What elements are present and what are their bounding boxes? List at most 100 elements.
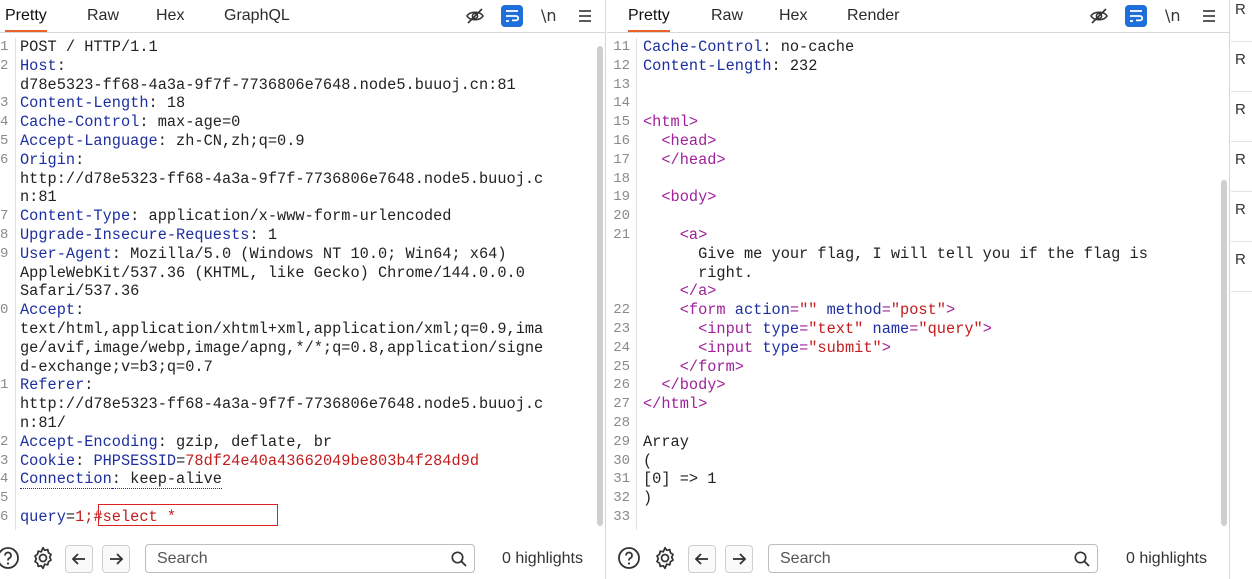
word-wrap-icon[interactable] <box>501 5 523 27</box>
code-token: Origin <box>20 150 76 169</box>
code-line: </html> <box>643 395 707 414</box>
line-number: 33 <box>613 509 630 525</box>
line-number: 17 <box>613 151 630 168</box>
response-tab-hex[interactable]: Hex <box>779 0 807 32</box>
code-token: Cache-Control <box>20 113 140 132</box>
code-token: n:81/ <box>20 414 66 432</box>
code-line: Host: <box>20 57 66 76</box>
request-search-input[interactable] <box>157 549 417 569</box>
code-line: </head> <box>643 151 725 170</box>
code-token: Host <box>20 56 57 75</box>
line-number <box>0 282 8 301</box>
code-line: </form> <box>643 358 744 377</box>
forward-button[interactable] <box>725 545 753 573</box>
line-number: 24 <box>613 339 630 356</box>
code-token: </form> <box>679 357 744 376</box>
response-tab-raw[interactable]: Raw <box>711 0 743 32</box>
code-token: Upgrade-Insecure-Requests <box>20 226 250 244</box>
inspector-side-strip: R R R R R R <box>1231 0 1252 579</box>
line-number: 20 <box>613 208 630 225</box>
code-token: : <box>56 56 66 75</box>
show-newlines-icon[interactable]: \n <box>1165 5 1181 27</box>
code-token: 78df24e40a43662049be803b4f284d9d <box>185 451 479 470</box>
code-token: Array <box>643 432 689 451</box>
code-token: : <box>75 150 85 169</box>
response-tab-pretty[interactable]: Pretty <box>628 0 670 32</box>
code-token: Accept <box>20 301 76 320</box>
line-number: 1 <box>0 377 9 394</box>
code-token: : <box>75 451 94 470</box>
side-item[interactable]: R <box>1231 0 1252 42</box>
hide-nonprintable-icon[interactable] <box>464 5 486 27</box>
forward-button[interactable] <box>102 545 130 573</box>
line-number: 13 <box>613 76 630 93</box>
request-tab-pretty[interactable]: Pretty <box>5 0 47 32</box>
response-editor[interactable]: 11 Cache-Control: no-cache 12 Content-Lengt… <box>607 38 1229 530</box>
code-token: <form <box>679 301 735 320</box>
code-line: POST / HTTP/1.1 <box>20 38 158 57</box>
help-icon[interactable] <box>615 544 643 572</box>
arrow-right-icon <box>733 553 747 565</box>
code-token: Accept-Language <box>20 132 158 150</box>
code-token: d-exchange;v=b3;q=0.7 <box>20 357 213 376</box>
help-icon[interactable] <box>0 544 22 572</box>
code-line: Accept-Encoding: gzip, deflate, br <box>20 433 332 452</box>
response-tab-render[interactable]: Render <box>847 0 899 32</box>
side-item[interactable]: R <box>1231 242 1252 292</box>
line-number: 31 <box>613 471 630 488</box>
code-token: n:81 <box>20 188 57 207</box>
code-line: </a> <box>643 282 717 301</box>
show-newlines-icon[interactable]: \n <box>541 5 557 27</box>
code-token: = <box>65 508 76 526</box>
line-number: 19 <box>613 189 630 206</box>
text-selection-box <box>98 504 278 526</box>
request-tab-raw[interactable]: Raw <box>87 0 119 32</box>
line-number: 26 <box>613 377 630 394</box>
code-line: Safari/537.36 <box>20 282 139 301</box>
request-tab-hex[interactable]: Hex <box>156 0 184 32</box>
line-number: 3 <box>0 95 9 112</box>
back-button[interactable] <box>688 545 716 573</box>
code-line: right. <box>643 264 753 283</box>
line-number: 4 <box>0 114 9 131</box>
response-search-input[interactable] <box>780 549 1040 569</box>
response-tabbar: Pretty Raw Hex Render \n <box>607 0 1229 33</box>
side-item[interactable]: R <box>1231 42 1252 92</box>
side-item[interactable]: R <box>1231 92 1252 142</box>
request-search-box[interactable] <box>145 544 475 573</box>
side-item[interactable]: R <box>1231 142 1252 192</box>
gutter-divider <box>636 38 637 530</box>
code-token: > <box>945 301 956 320</box>
code-token: "submit" <box>808 338 882 357</box>
menu-icon[interactable] <box>574 5 596 27</box>
word-wrap-icon[interactable] <box>1125 5 1147 27</box>
settings-gear-icon[interactable] <box>29 544 57 572</box>
code-token: <a> <box>679 226 708 244</box>
response-search-box[interactable] <box>768 544 1098 573</box>
response-scrollbar[interactable] <box>1221 180 1227 526</box>
code-line: Accept-Language: zh-CN,zh;q=0.9 <box>20 132 305 151</box>
code-token: "query" <box>918 320 983 338</box>
back-button[interactable] <box>65 545 93 573</box>
request-editor[interactable]: 1 POST / HTTP/1.1 2 Host: d78e5323-ff68-4a3a… <box>0 38 605 530</box>
code-token: : no-cache <box>762 38 855 56</box>
line-number: 5 <box>0 133 9 149</box>
code-line: <form action="" method="post"> <box>643 301 955 320</box>
code-token: <input <box>698 338 763 357</box>
side-item[interactable]: R <box>1231 192 1252 242</box>
line-number: 11 <box>613 39 630 55</box>
menu-icon[interactable] <box>1198 5 1220 27</box>
hide-nonprintable-icon[interactable] <box>1088 5 1110 27</box>
settings-gear-icon[interactable] <box>651 544 679 572</box>
request-tab-graphql[interactable]: GraphQL <box>224 0 290 32</box>
line-number: 15 <box>613 114 630 131</box>
code-line: Cache-Control: no-cache <box>643 38 854 57</box>
code-token: = <box>176 451 186 470</box>
request-scrollbar[interactable] <box>597 46 603 526</box>
code-line: Content-Type: application/x-www-form-url… <box>20 207 451 226</box>
code-token: : 232 <box>771 56 818 75</box>
